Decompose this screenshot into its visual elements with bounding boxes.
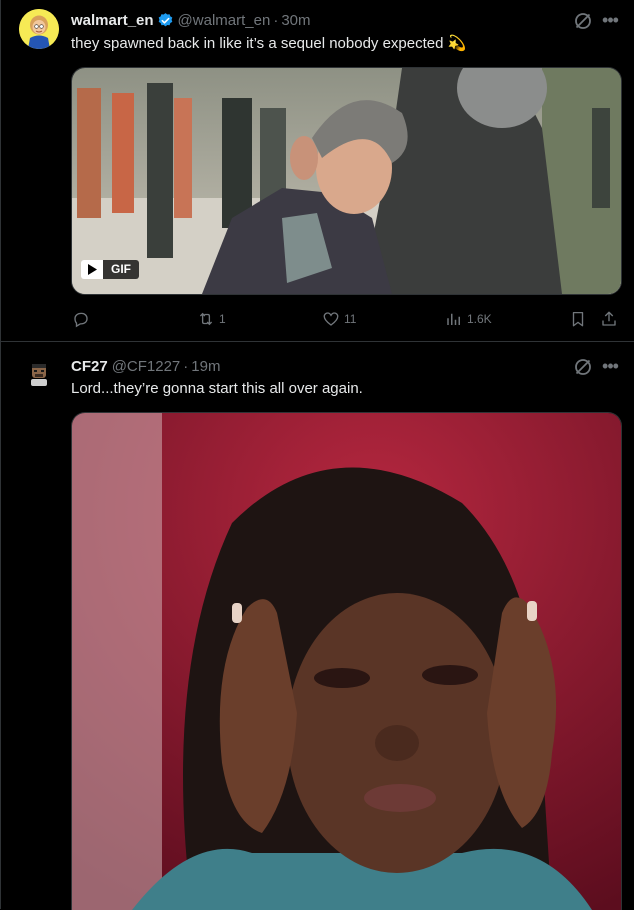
views-count: 1.6K (467, 312, 492, 326)
separator-dot: · (273, 11, 279, 29)
retweet-button[interactable]: 1 (197, 309, 226, 329)
retweet-icon (199, 312, 213, 326)
handle[interactable]: @CF1227 (112, 358, 181, 375)
avatar[interactable] (19, 355, 59, 395)
like-button[interactable]: 11 (322, 309, 356, 329)
gif-badge: GIF (81, 259, 139, 280)
display-name[interactable]: CF27 (71, 358, 108, 375)
views-button[interactable]: 1.6K (445, 309, 492, 329)
timeline-feed: walmart_en @walmart_en · 30m ••• they sp… (0, 0, 634, 910)
gif-media[interactable] (71, 412, 622, 910)
separator-dot: · (183, 357, 189, 375)
gif-scene-image (72, 413, 621, 910)
views-icon (447, 313, 460, 325)
tweet-header: walmart_en @walmart_en · 30m (71, 10, 311, 30)
gif-media[interactable] (71, 67, 622, 295)
verified-badge-icon (158, 12, 172, 26)
reply-button[interactable] (72, 309, 94, 329)
grok-icon[interactable] (573, 357, 593, 377)
bookmark-button[interactable] (569, 309, 587, 329)
gif-label: GIF (103, 260, 139, 279)
avatar[interactable] (19, 9, 59, 49)
more-icon[interactable]: ••• (600, 11, 620, 33)
avatar-illustration (19, 355, 59, 395)
timestamp[interactable]: 30m (281, 12, 310, 29)
share-icon (602, 311, 616, 326)
tweet-text: they spawned back in like it’s a sequel … (71, 35, 467, 52)
reply-icon (74, 312, 88, 328)
retweet-count: 1 (219, 312, 226, 326)
avatar-illustration (19, 9, 59, 49)
more-icon[interactable]: ••• (600, 357, 620, 379)
like-count: 11 (344, 312, 357, 326)
share-button[interactable] (600, 309, 618, 329)
play-icon[interactable] (81, 260, 103, 279)
display-name[interactable]: walmart_en (71, 12, 154, 29)
bookmark-icon (572, 311, 584, 327)
tweet-header: CF27 @CF1227 · 19m (71, 356, 220, 376)
gif-scene-image (72, 68, 621, 294)
tweet-text: Lord...they’re gonna start this all over… (71, 380, 363, 397)
handle[interactable]: @walmart_en (178, 12, 271, 29)
grok-icon[interactable] (573, 11, 593, 31)
timestamp[interactable]: 19m (191, 358, 220, 375)
like-icon (323, 312, 339, 326)
